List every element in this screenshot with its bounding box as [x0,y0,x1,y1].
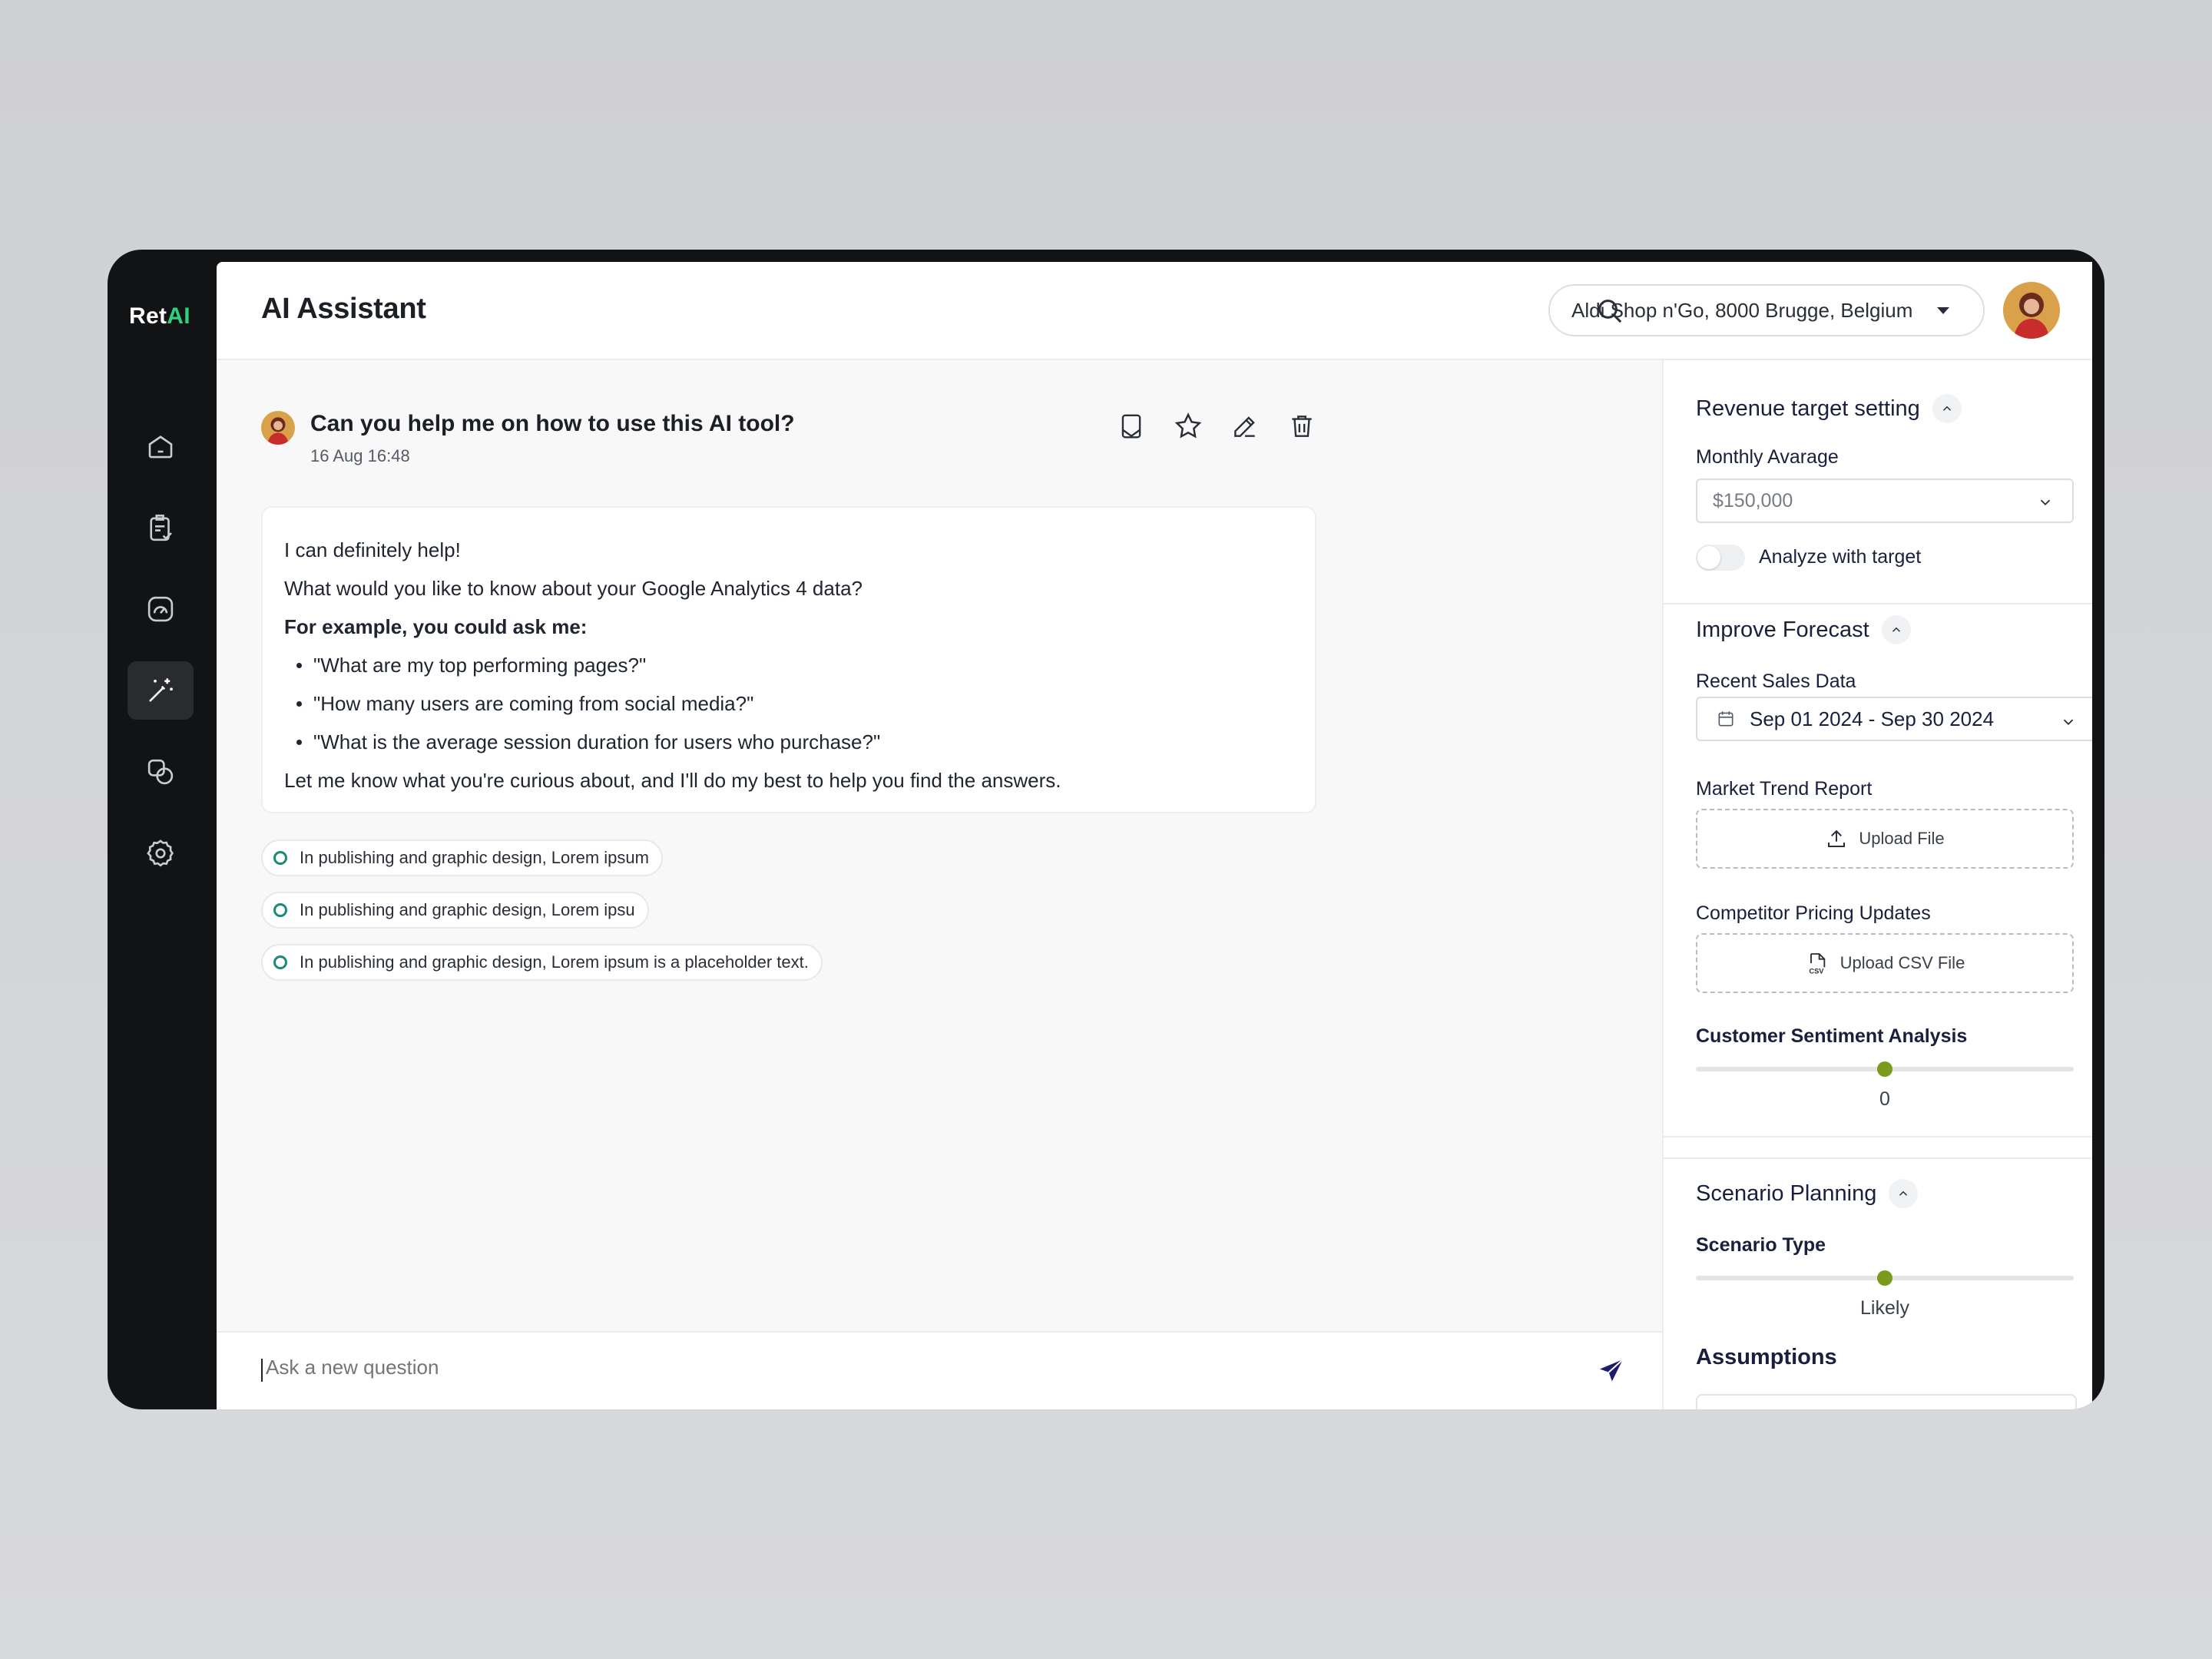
example-item: "What is the average session duration fo… [296,723,1293,761]
competitor-pricing-label: Competitor Pricing Updates [1696,902,1931,924]
logo: RetAI [129,303,190,329]
date-range-select[interactable]: Sep 01 2024 - Sep 30 2024 [1696,697,2092,741]
trash-icon [1292,416,1312,437]
chevron-up-icon[interactable] [1881,615,1911,644]
revenue-section-header[interactable]: Revenue target setting [1696,394,1962,423]
location-value: Aldi Shop n'Go, 8000 Brugge, Belgium [1571,298,1913,322]
question-input[interactable] [266,1356,1571,1379]
example-item: "What are my top performing pages?" [296,646,1293,684]
divider [1664,603,2092,604]
text-caret [261,1359,263,1382]
chevron-up-icon[interactable] [1932,394,1962,423]
scenario-slider-thumb[interactable] [1877,1270,1892,1286]
sidebar-item-settings[interactable] [127,824,194,882]
assumptions-title: Assumptions [1696,1345,1837,1369]
answer-examples: "What are my top performing pages?" "How… [284,646,1293,761]
send-icon [1600,1359,1624,1382]
svg-text:CSV: CSV [1809,967,1824,975]
sidebar-item-tasks[interactable] [127,498,194,557]
chevron-up-icon[interactable] [1889,1179,1919,1208]
circle-icon [273,903,287,917]
home-icon [148,435,173,459]
suggestion-chip[interactable]: In publishing and graphic design, Lorem … [261,892,649,929]
chevron-down-icon [2037,494,2054,516]
answer-line: For example, you could ask me: [284,615,588,638]
gauge-icon [147,596,174,622]
edit-button[interactable] [1229,408,1261,445]
example-item: "How many users are coming from social m… [296,684,1293,723]
send-button[interactable] [1596,1356,1627,1386]
divider [1664,1157,2092,1159]
recent-sales-label: Recent Sales Data [1696,671,1856,692]
monthly-average-label: Monthly Avarage [1696,446,1839,468]
avatar-picture [2003,282,2060,339]
circle-icon [273,851,287,865]
sidebar: RetAI [108,250,217,1409]
question-actions [1115,408,1318,445]
csv-file-icon: CSV [1809,953,1825,975]
customer-sentiment-label: Customer Sentiment Analysis [1696,1025,1968,1047]
settings-panel: Revenue target setting Monthly Avarage $… [1662,360,2092,1409]
suggestion-chip[interactable]: In publishing and graphic design, Lorem … [261,839,663,876]
answer-line: Let me know what you're curious about, a… [284,769,1061,792]
magic-wand-icon [149,678,173,702]
favorite-button[interactable] [1172,408,1204,445]
circle-icon [273,955,287,969]
sentiment-value: 0 [1879,1088,1890,1110]
suggestion-list: In publishing and graphic design, Lorem … [261,839,823,996]
chat-thread: Can you help me on how to use this AI to… [217,360,1662,1331]
shapes-icon [147,759,174,785]
top-bar: AI Assistant Aldi Shop n'Go, 8000 Brugge… [217,262,2092,360]
toggle-knob [1697,546,1720,569]
suggestion-chip[interactable]: In publishing and graphic design, Lorem … [261,944,823,981]
composer [217,1331,1662,1409]
main-area: AI Assistant Aldi Shop n'Go, 8000 Brugge… [217,262,2092,1409]
page-title: AI Assistant [261,293,426,325]
sidebar-item-shapes[interactable] [127,743,194,801]
bookmark-icon [1121,414,1141,439]
question-timestamp: 16 Aug 16:48 [310,446,410,465]
app-window: RetAI AI Assistant Aldi Shop n'Go, 8000 … [108,250,2104,1409]
pencil-icon [1234,416,1255,437]
divider [1664,1136,2092,1137]
chevron-down-icon [2060,712,2077,736]
forecast-section-header[interactable]: Improve Forecast [1696,615,1911,644]
answer-line: I can definitely help! [284,538,461,561]
caret-down-icon [1937,307,1949,314]
upload-csv-button[interactable]: CSV Upload CSV File [1696,933,2074,993]
upload-market-report-button[interactable]: Upload File [1696,809,2074,869]
monthly-average-select[interactable]: $150,000 [1696,478,2074,523]
question-avatar [261,411,295,445]
assistant-answer: I can definitely help! What would you li… [261,506,1316,813]
upload-icon [1828,830,1846,847]
sentiment-slider-thumb[interactable] [1877,1061,1892,1077]
analyze-with-target-toggle[interactable] [1696,545,1745,571]
assumptions-field[interactable] [1696,1394,2077,1409]
market-trend-label: Market Trend Report [1696,778,1873,800]
avatar-picture [261,411,295,445]
clipboard-check-icon [150,514,172,541]
location-select[interactable]: Aldi Shop n'Go, 8000 Brugge, Belgium [1548,284,1985,336]
sidebar-item-ai-assistant[interactable] [127,661,194,720]
sidebar-item-performance[interactable] [127,580,194,638]
answer-line: What would you like to know about your G… [284,577,863,600]
star-icon [1174,412,1202,439]
calendar-icon [1718,711,1734,727]
scenario-section-header[interactable]: Scenario Planning [1696,1179,1919,1208]
user-avatar[interactable] [2003,282,2060,339]
bookmark-button[interactable] [1115,408,1147,445]
scenario-type-value: Likely [1860,1297,1909,1319]
delete-button[interactable] [1286,408,1318,445]
question-text: Can you help me on how to use this AI to… [310,411,795,436]
settings-gear-icon [147,839,174,867]
scenario-type-label: Scenario Type [1696,1234,1826,1256]
sidebar-item-home[interactable] [127,417,194,475]
analyze-with-target-label: Analyze with target [1759,546,1922,568]
